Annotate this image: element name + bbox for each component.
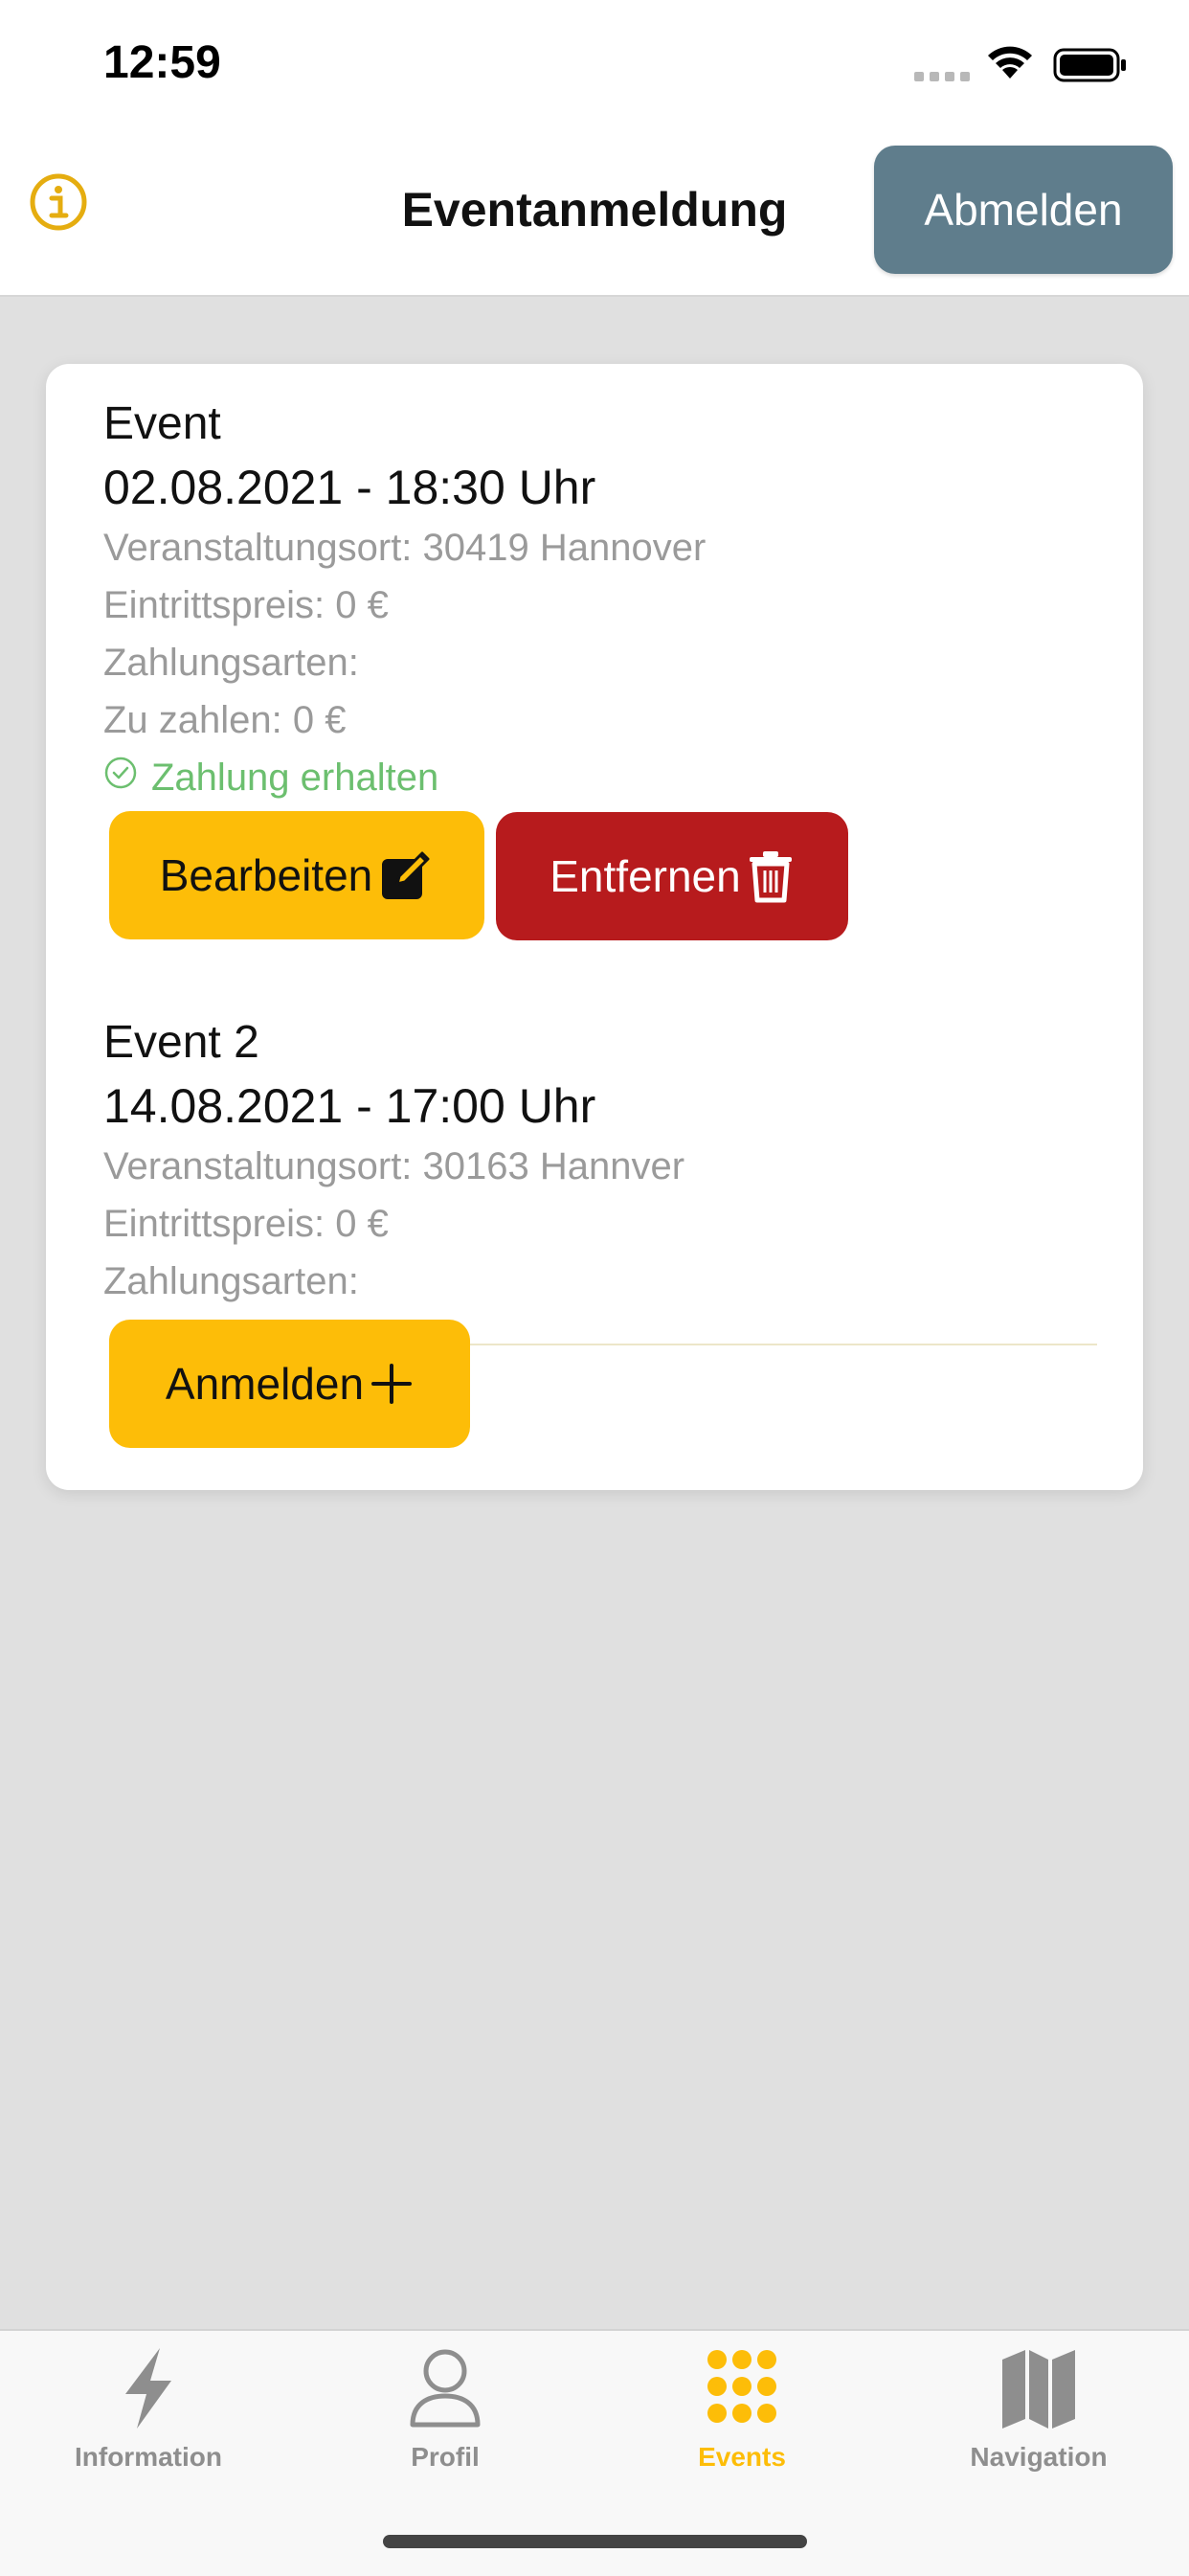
tab-label: Navigation <box>970 2442 1108 2472</box>
map-icon <box>1002 2350 1075 2429</box>
tab-information[interactable]: Information <box>0 2331 297 2503</box>
trash-icon <box>749 851 792 903</box>
cellular-signal-icon <box>914 72 970 81</box>
check-circle-icon <box>104 757 137 789</box>
event-item: Event 2 14.08.2021 - 17:00 Uhr Veranstal… <box>103 1011 1143 1310</box>
person-icon <box>410 2349 481 2428</box>
tab-profil[interactable]: Profil <box>297 2331 594 2503</box>
plus-icon <box>371 1364 413 1404</box>
status-bar: 12:59 <box>0 0 1189 134</box>
edit-button-label: Bearbeiten <box>159 850 373 900</box>
payment-status-label: Zahlung erhalten <box>151 757 439 799</box>
tab-events[interactable]: Events <box>594 2331 890 2503</box>
event-item: Event 02.08.2021 - 18:30 Uhr Veranstaltu… <box>103 393 1143 806</box>
remove-button[interactable]: Entfernen <box>496 812 848 940</box>
event-date: 14.08.2021 - 17:00 Uhr <box>103 1079 596 1133</box>
event-payment-methods: Zahlungsarten: <box>103 642 359 684</box>
event-payment-methods: Zahlungsarten: <box>103 1260 359 1302</box>
event-amount-due: Zu zahlen: 0 € <box>103 699 347 741</box>
tab-label: Profil <box>411 2442 480 2472</box>
status-time: 12:59 <box>103 37 221 88</box>
event-location: Veranstaltungsort: 30419 Hannover <box>103 527 707 569</box>
tab-navigation[interactable]: Navigation <box>890 2331 1187 2503</box>
register-button-label: Anmelden <box>165 1359 365 1409</box>
wifi-icon <box>988 46 1032 79</box>
event-date: 02.08.2021 - 18:30 Uhr <box>103 461 596 514</box>
event-price: Eintrittspreis: 0 € <box>103 1203 389 1245</box>
battery-icon <box>1053 48 1126 82</box>
event-price: Eintrittspreis: 0 € <box>103 584 389 626</box>
event-location: Veranstaltungsort: 30163 Hannver <box>103 1145 685 1187</box>
home-indicator <box>383 2535 807 2548</box>
edit-button[interactable]: Bearbeiten <box>109 811 484 939</box>
tab-label: Information <box>75 2442 222 2472</box>
edit-icon <box>382 851 430 899</box>
logout-button[interactable]: Abmelden <box>874 146 1173 274</box>
payment-status: Zahlung erhalten <box>103 749 1143 806</box>
event-name: Event <box>103 398 221 449</box>
grid-dots-icon <box>707 2350 776 2423</box>
event-name: Event 2 <box>103 1017 259 1068</box>
remove-button-label: Entfernen <box>550 851 741 901</box>
bolt-icon <box>125 2348 171 2429</box>
tab-label: Events <box>698 2442 786 2472</box>
register-button[interactable]: Anmelden <box>109 1320 470 1448</box>
navigation-header: Eventanmeldung Abmelden <box>0 134 1189 297</box>
